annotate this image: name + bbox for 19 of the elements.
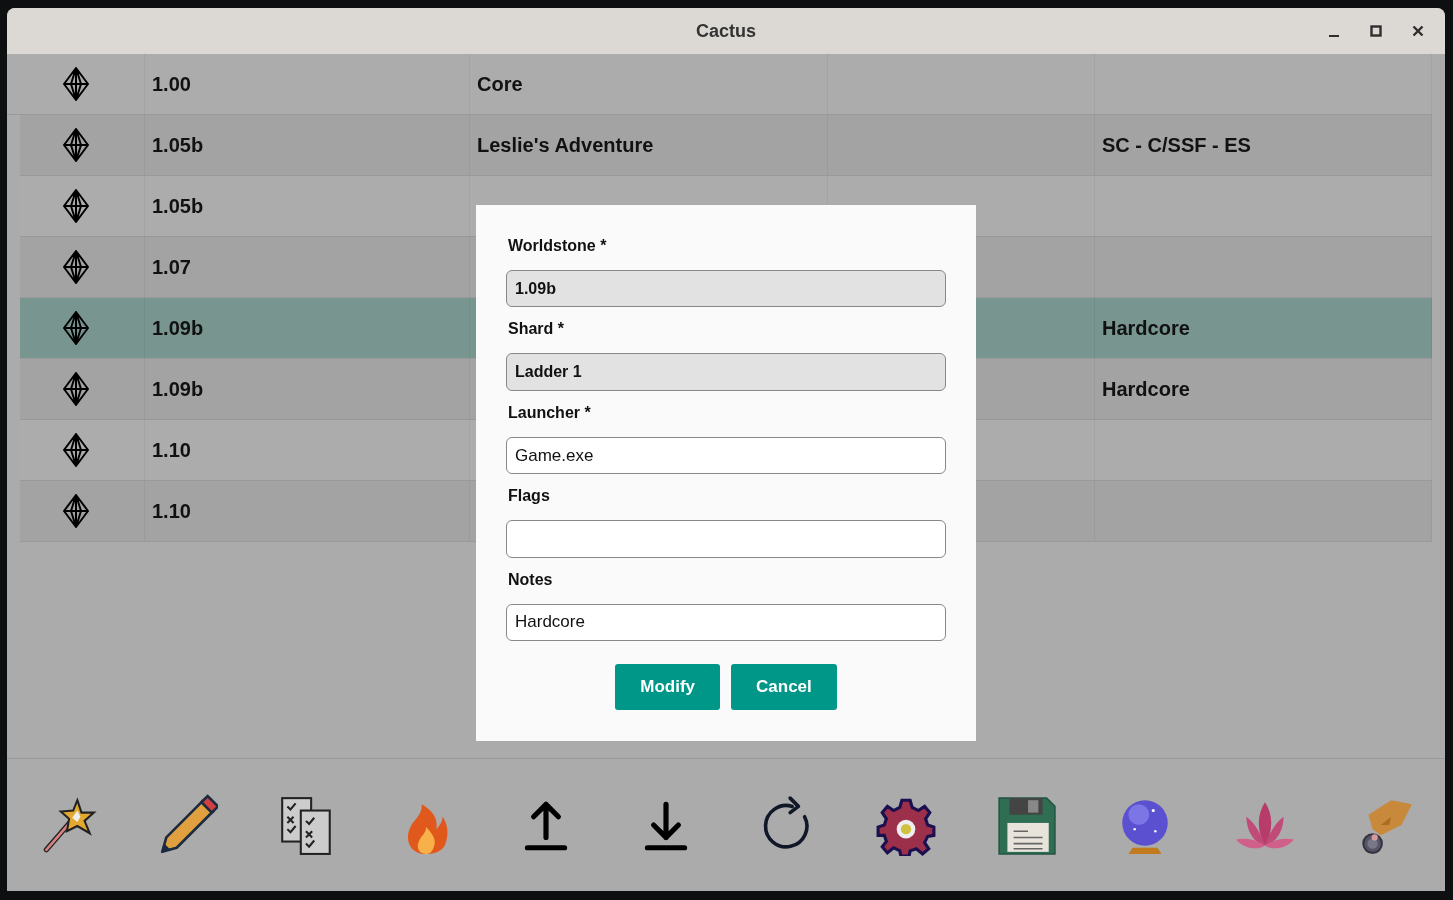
table-cell: Core: [477, 72, 523, 96]
window-title: Cactus: [696, 20, 756, 42]
table-cell: Leslie's Adventure: [477, 133, 654, 157]
table-cell: 1.10: [152, 438, 191, 462]
table-cell: Hardcore: [1102, 316, 1190, 340]
table-cell: 1.05b: [152, 194, 204, 218]
table-cell: 1.09b: [152, 377, 204, 401]
table-cell: 1.07: [152, 255, 191, 279]
field-label: Shard *: [508, 319, 564, 340]
table-cell: Hardcore: [1102, 377, 1190, 401]
table-cell: 1.05b: [152, 133, 204, 157]
field-label: Flags: [508, 486, 550, 507]
field-label: Worldstone *: [508, 236, 607, 256]
field-label: Notes: [508, 569, 553, 590]
table-cell: 1.09b: [152, 316, 204, 340]
field-label: Launcher *: [508, 402, 591, 423]
table-cell: 1.10: [152, 499, 191, 523]
table-cell: SC - C/SSF - ES: [1102, 133, 1251, 157]
table-cell: 1.00: [152, 72, 191, 96]
